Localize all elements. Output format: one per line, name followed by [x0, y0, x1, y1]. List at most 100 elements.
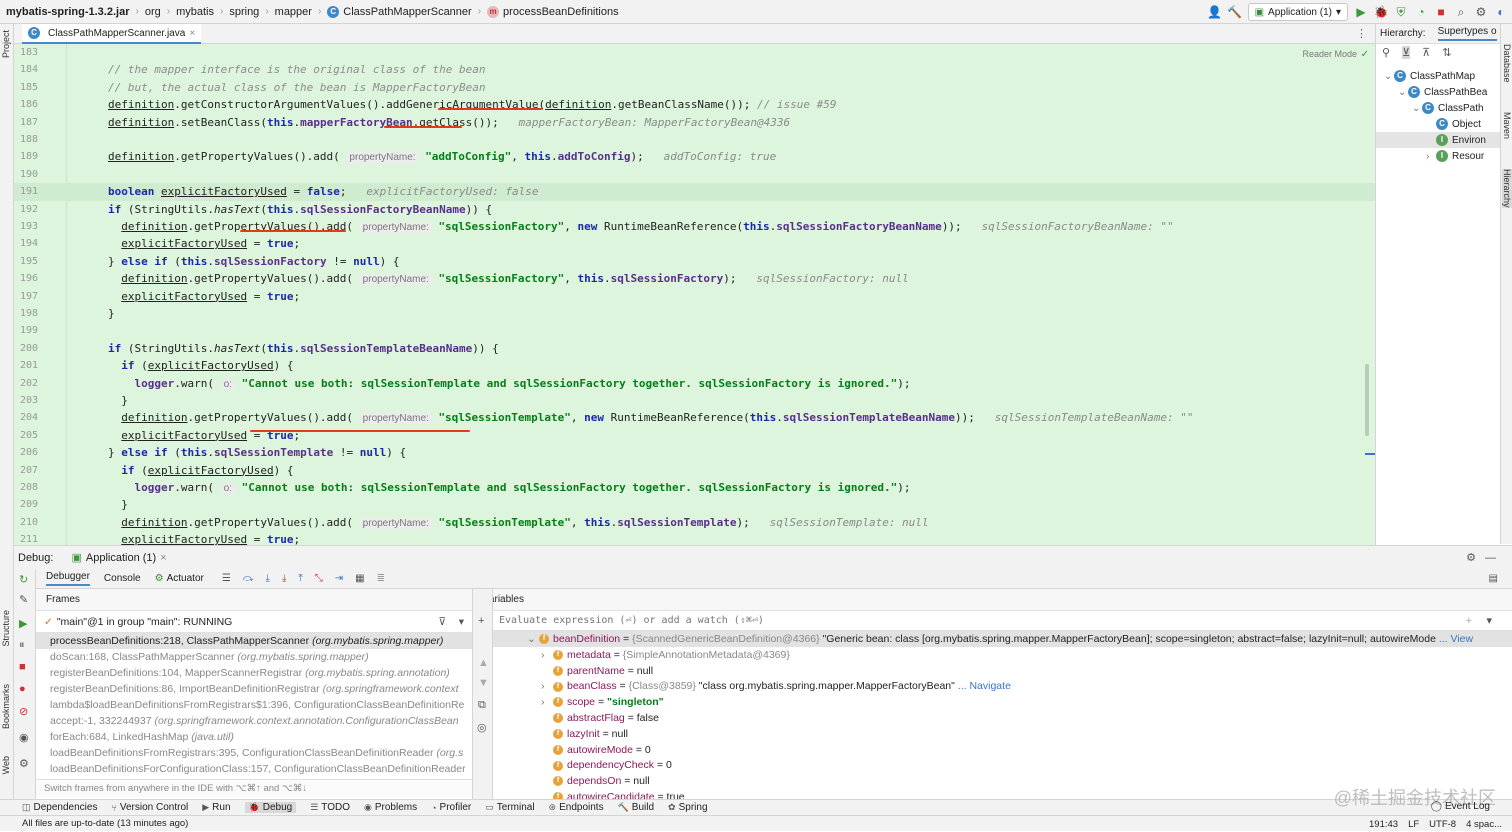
hierarchy-tool-tab[interactable]: Hierarchy	[1502, 169, 1512, 208]
add-icon[interactable]: +	[1466, 615, 1472, 627]
subtypes-icon[interactable]: ⚲	[1382, 46, 1390, 59]
evaluate-icon[interactable]: ▦	[355, 573, 364, 584]
line-number[interactable]: 210	[14, 514, 38, 531]
frame-row[interactable]: forEach:684, LinkedHashMap (java.util)	[36, 729, 472, 745]
line-number[interactable]: 189	[14, 148, 38, 165]
bottom-tool-spring[interactable]: ✿ Spring	[668, 802, 707, 813]
line-number[interactable]: 207	[14, 462, 38, 479]
line-number[interactable]: 187	[14, 114, 38, 131]
frame-row[interactable]: lambda$loadBeanDefinitionsFromRegistrars…	[36, 697, 472, 713]
line-number[interactable]: 201	[14, 357, 38, 374]
view-breakpoints-icon[interactable]: ●	[19, 683, 26, 695]
expand-icon[interactable]: ›	[541, 647, 553, 663]
bottom-tool-endpoints[interactable]: ⊛ Endpoints	[549, 802, 604, 813]
bottom-tool-build[interactable]: 🔨 Build	[618, 802, 654, 813]
up-icon[interactable]: ▲	[478, 657, 489, 669]
chevron-down-icon[interactable]: ▾	[1486, 614, 1492, 627]
bottom-tool-version-control[interactable]: ⑂ Version Control	[111, 802, 188, 813]
frame-row[interactable]: loadBeanDefinitionsForConfigurationClass…	[36, 761, 472, 777]
layout-icon[interactable]: ▤	[1489, 573, 1498, 584]
mute-breakpoints-icon[interactable]: ⊘	[19, 705, 28, 718]
bottom-tool-debug[interactable]: 🐞 Debug	[244, 802, 297, 813]
line-number[interactable]: 193	[14, 218, 38, 235]
frame-row[interactable]: processBeanDefinitions:218, ClassPathMap…	[36, 633, 472, 649]
sort-icon[interactable]: ⇅	[1442, 46, 1451, 59]
breadcrumb-item[interactable]: C ClassPathMapperScanner	[327, 5, 472, 18]
project-tool-tab[interactable]: Project	[1, 30, 11, 58]
breadcrumb-item[interactable]: m processBeanDefinitions	[487, 5, 619, 18]
hierarchy-item[interactable]: C Object	[1376, 116, 1500, 132]
rerun-icon[interactable]: ↻	[19, 573, 28, 586]
update-icon[interactable]: ◐	[1494, 5, 1508, 19]
variable-link[interactable]: ... View	[1436, 633, 1473, 645]
close-icon[interactable]: ×	[189, 28, 195, 39]
user-icon[interactable]: 👤	[1207, 5, 1222, 19]
frame-row[interactable]: loadBeanDefinitionsFromRegistrars:395, C…	[36, 745, 472, 761]
line-number[interactable]: 186	[14, 96, 38, 113]
camera-icon[interactable]: ◉	[19, 731, 29, 744]
coverage-icon[interactable]: ⛨	[1394, 5, 1408, 19]
session-tab[interactable]: ▣ Application (1) ×	[71, 551, 166, 565]
line-number[interactable]: 198	[14, 305, 38, 322]
variable-row[interactable]: f dependsOn = null	[541, 773, 650, 789]
hierarchy-item[interactable]: I Environ	[1376, 132, 1500, 148]
settings-icon[interactable]: ⚙	[1466, 551, 1476, 564]
bottom-tool-profiler[interactable]: ◔ Profiler	[431, 802, 471, 813]
tab-debugger[interactable]: Debugger	[46, 571, 90, 586]
force-step-into-icon[interactable]: ⤓	[282, 573, 286, 584]
bottom-tool-terminal[interactable]: ▭ Terminal	[485, 802, 534, 813]
expand-icon[interactable]: ⌄	[527, 631, 539, 647]
stop-icon[interactable]: ■	[1434, 5, 1448, 19]
breadcrumb-item[interactable]: mapper	[275, 6, 312, 18]
variable-row[interactable]: f parentName = null	[541, 663, 653, 679]
breadcrumb-item[interactable]: mybatis-spring-1.3.2.jar	[6, 6, 130, 18]
frame-row[interactable]: doScan:168, ClassPathMapperScanner (org.…	[36, 649, 472, 665]
step-over-icon[interactable]: ⤼	[243, 573, 254, 584]
minimize-icon[interactable]: —	[1485, 552, 1496, 564]
chevron-icon[interactable]: ⌄	[1412, 103, 1422, 114]
chevron-down-icon[interactable]: ▾	[459, 616, 464, 628]
expand-icon[interactable]: ›	[541, 678, 553, 694]
file-encoding[interactable]: UTF-8	[1429, 819, 1456, 830]
file-tab[interactable]: C ClassPathMapperScanner.java ×	[22, 24, 202, 44]
filter-icon[interactable]: ⊽	[438, 616, 446, 628]
line-number[interactable]: 211	[14, 531, 38, 545]
settings-icon[interactable]: ⚙	[1474, 5, 1488, 19]
line-number[interactable]: 184	[14, 61, 38, 78]
frame-row[interactable]: registerBeanDefinitions:104, MapperScann…	[36, 665, 472, 681]
hierarchy-item[interactable]: › I Resour	[1376, 148, 1500, 164]
line-number[interactable]: 202	[14, 375, 38, 392]
line-number[interactable]: 196	[14, 270, 38, 287]
variable-row[interactable]: f dependencyCheck = 0	[541, 757, 672, 773]
caret-position[interactable]: 191:43	[1369, 819, 1398, 830]
settings-wrench-icon[interactable]: ✎	[19, 593, 28, 606]
hierarchy-tab[interactable]: Supertypes o	[1437, 26, 1497, 41]
line-number[interactable]: 203	[14, 392, 38, 409]
hierarchy-item[interactable]: ⌄ C ClassPath	[1376, 100, 1500, 116]
add-watch-icon[interactable]: +	[478, 615, 484, 627]
variable-link[interactable]: ... Navigate	[955, 680, 1011, 692]
line-number[interactable]: 183	[14, 44, 38, 61]
watch-icon[interactable]: ◎	[477, 721, 487, 734]
line-number[interactable]: 194	[14, 235, 38, 252]
variable-row[interactable]: ⌄ f beanDefinition = {ScannedGenericBeanDe…	[493, 631, 1512, 647]
menu-icon[interactable]: ☰	[222, 573, 231, 584]
variable-row[interactable]: f autowireCandidate = true	[541, 789, 685, 799]
trace-icon[interactable]: ≣	[377, 573, 385, 584]
close-icon[interactable]: ×	[160, 552, 166, 564]
variable-row[interactable]: › f metadata = {SimpleAnnotationMetadata@4…	[541, 647, 790, 663]
code-editor[interactable]: 183 184 // the mapper interface is the ori…	[14, 44, 1375, 545]
search-icon[interactable]: ⌕	[1454, 5, 1468, 19]
chevron-icon[interactable]: ⌄	[1384, 71, 1394, 82]
drop-frame-icon[interactable]: ⤡	[315, 573, 323, 584]
tab-actuator[interactable]: ⚙ Actuator	[155, 573, 204, 584]
class-hierarchy-icon[interactable]: ⊼	[1422, 46, 1430, 59]
build-hammer-icon[interactable]: 🔨	[1227, 5, 1242, 19]
gear-icon[interactable]: ⚙	[19, 757, 29, 770]
evaluate-expression-input[interactable]	[493, 611, 1393, 630]
line-number[interactable]: 192	[14, 201, 38, 218]
indent-setting[interactable]: 4 spac...	[1466, 819, 1502, 830]
more-tabs-icon[interactable]: ⋮	[1356, 27, 1367, 40]
variable-row[interactable]: f lazyInit = null	[541, 726, 628, 742]
line-number[interactable]: 191	[14, 183, 38, 200]
